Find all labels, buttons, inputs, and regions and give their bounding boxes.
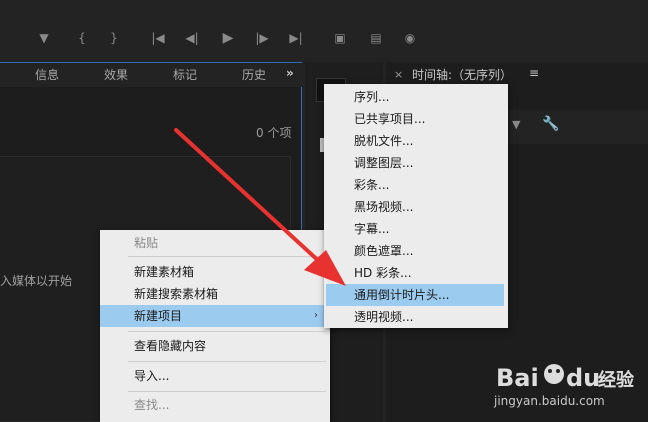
submenu-item-offline-file[interactable]: 脱机文件... xyxy=(324,130,508,152)
insert-icon[interactable]: ▣ xyxy=(332,30,348,46)
wrench-icon[interactable]: 🔧 xyxy=(542,116,559,132)
submenu-item-caption[interactable]: 字幕... xyxy=(324,218,508,240)
menu-item-paste[interactable]: 粘贴 xyxy=(100,232,330,254)
svg-text:Bai: Bai xyxy=(496,364,539,392)
new-item-submenu: 序列... 已共享项目... 脱机文件... 调整图层... 彩条... 黑场视… xyxy=(324,84,508,328)
tab-effects[interactable]: 效果 xyxy=(104,66,128,83)
transport-toolbar: ▼ { } |◀ ◀| ▶ |▶ ▶| ▣ ▤ ◉ xyxy=(0,0,648,62)
tab-history[interactable]: 历史 xyxy=(242,66,266,83)
play-icon[interactable]: ▶ xyxy=(220,30,236,46)
submenu-item-black-video[interactable]: 黑场视频... xyxy=(324,196,508,218)
panel-menu-icon[interactable]: ≡ xyxy=(529,66,539,80)
go-to-in-icon[interactable]: |◀ xyxy=(150,30,166,46)
item-count: 0 个项 xyxy=(256,126,292,140)
menu-item-import[interactable]: 导入... xyxy=(100,365,330,387)
timeline-title: 时间轴:（无序列） xyxy=(412,68,513,82)
menu-separator xyxy=(128,391,326,392)
baidu-jingyan-watermark: Bai du 经验 xyxy=(496,364,635,392)
marker-icon[interactable]: ▼ xyxy=(512,118,520,131)
tabs-overflow-icon[interactable]: » xyxy=(286,66,294,80)
submenu-item-transparent-video[interactable]: 透明视频... xyxy=(324,306,508,328)
menu-separator xyxy=(128,361,326,362)
go-to-out-icon[interactable]: ▶| xyxy=(288,30,304,46)
svg-text:经验: 经验 xyxy=(598,369,635,391)
import-hint: 入媒体以开始 xyxy=(0,274,73,288)
step-back-icon[interactable]: ◀| xyxy=(184,30,200,46)
menu-item-new-search-bin[interactable]: 新建搜索素材箱 xyxy=(100,283,330,305)
tab-info[interactable]: 信息 xyxy=(35,66,59,83)
close-icon[interactable]: × xyxy=(394,68,403,81)
submenu-item-color-matte[interactable]: 颜色遮罩... xyxy=(324,240,508,262)
context-menu: 粘贴 新建素材箱 新建搜索素材箱 新建项目 › 查看隐藏内容 导入... 查找.… xyxy=(100,230,330,422)
menu-item-view-hidden[interactable]: 查看隐藏内容 xyxy=(100,335,330,357)
camera-icon[interactable]: ◉ xyxy=(402,30,418,46)
svg-text:du: du xyxy=(566,364,600,392)
submenu-item-sequence[interactable]: 序列... xyxy=(324,86,508,108)
submenu-item-adjustment-layer[interactable]: 调整图层... xyxy=(324,152,508,174)
menu-item-find[interactable]: 查找... xyxy=(100,394,330,416)
overwrite-icon[interactable]: ▤ xyxy=(368,30,384,46)
submenu-item-hd-bars[interactable]: HD 彩条... xyxy=(324,262,508,284)
watermark-url: jingyan.baidu.com xyxy=(494,394,605,408)
out-point-icon[interactable]: } xyxy=(106,30,122,46)
tab-markers[interactable]: 标记 xyxy=(173,66,197,83)
submenu-item-shared-project[interactable]: 已共享项目... xyxy=(324,108,508,130)
submenu-item-countdown-leader[interactable]: 通用倒计时片头... xyxy=(326,284,504,306)
menu-item-new-item-label: 新建项目 xyxy=(134,309,183,323)
marker-icon[interactable]: ▼ xyxy=(36,30,52,46)
menu-item-new-bin[interactable]: 新建素材箱 xyxy=(100,261,330,283)
step-forward-icon[interactable]: |▶ xyxy=(254,30,270,46)
menu-item-new-item[interactable]: 新建项目 › xyxy=(100,305,326,327)
menu-separator xyxy=(128,256,326,257)
submenu-arrow-icon: › xyxy=(314,310,318,321)
in-point-icon[interactable]: { xyxy=(74,30,90,46)
submenu-item-bars-tone[interactable]: 彩条... xyxy=(324,174,508,196)
menu-separator xyxy=(128,331,326,332)
